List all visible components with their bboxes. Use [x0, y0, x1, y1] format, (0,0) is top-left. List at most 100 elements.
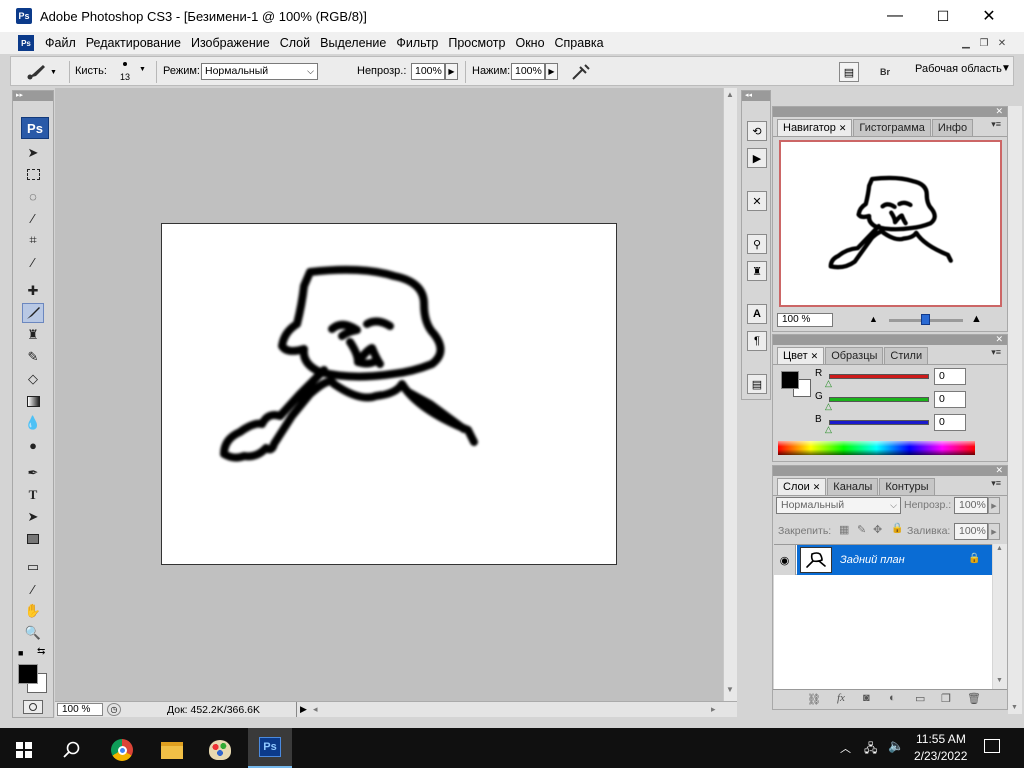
zoom-tool-icon[interactable]: 🔍 — [22, 623, 44, 643]
history-brush-tool-icon[interactable]: ✎ — [22, 347, 44, 367]
tab-histogram[interactable]: Гистограмма — [853, 119, 931, 136]
foreground-color-swatch[interactable] — [18, 664, 38, 684]
scroll-up-icon[interactable]: ▲ — [996, 545, 1003, 552]
scroll-right-icon[interactable]: ▸ — [711, 704, 716, 715]
file-explorer-icon[interactable] — [152, 732, 192, 768]
status-menu-arrow-icon[interactable]: ▶ — [296, 702, 310, 717]
layer-style-fx-icon[interactable]: fx — [837, 692, 845, 704]
foreground-color-swatch[interactable] — [781, 371, 799, 389]
close-icon[interactable]: ✕ — [813, 482, 821, 492]
panel-close-icon[interactable]: ✕ — [995, 106, 1003, 117]
menu-file[interactable]: Файл — [40, 32, 81, 54]
layer-blend-mode-select[interactable]: Нормальный ⌵ — [776, 497, 901, 514]
maximize-button[interactable]: ☐ — [920, 0, 966, 32]
marquee-tool-icon[interactable] — [22, 164, 44, 184]
paint-app-icon[interactable] — [200, 732, 240, 768]
channel-g-slider[interactable] — [829, 397, 929, 402]
close-icon[interactable]: ✕ — [839, 123, 847, 133]
slider-thumb-icon[interactable]: △ — [825, 401, 832, 412]
add-mask-icon[interactable]: ◙ — [863, 692, 870, 704]
clone-source-panel-icon[interactable]: ♜ — [747, 261, 767, 281]
document-icon[interactable]: Ps — [18, 35, 34, 51]
lock-position-icon[interactable]: ✥ — [873, 523, 882, 536]
scroll-down-icon[interactable]: ▼ — [996, 677, 1003, 684]
zoom-in-icon[interactable]: ▲ — [971, 313, 982, 325]
slider-thumb-icon[interactable]: △ — [825, 424, 832, 435]
zoom-out-icon[interactable]: ▲ — [869, 314, 878, 324]
clone-stamp-tool-icon[interactable]: ♜ — [22, 325, 44, 345]
dock-grip[interactable]: ◂◂ — [742, 91, 770, 101]
healing-brush-tool-icon[interactable]: ✚ — [22, 281, 44, 301]
tab-info[interactable]: Инфо — [931, 119, 974, 136]
navigator-zoom-thumb[interactable] — [921, 314, 930, 325]
menu-image[interactable]: Изображение — [186, 32, 275, 54]
blur-tool-icon[interactable]: 💧 — [22, 413, 44, 433]
tab-styles[interactable]: Стили — [884, 347, 929, 364]
menu-layer[interactable]: Слой — [275, 32, 315, 54]
close-icon[interactable]: ✕ — [811, 351, 819, 361]
new-group-icon[interactable]: ▭ — [915, 692, 925, 705]
quick-mask-icon[interactable] — [23, 700, 43, 714]
start-windows-icon[interactable] — [4, 732, 44, 768]
flow-arrow-icon[interactable]: ▶ — [545, 63, 558, 80]
lock-all-icon[interactable]: 🔒 — [891, 523, 903, 534]
airbrush-icon[interactable] — [569, 61, 593, 83]
adjustment-layer-icon[interactable]: ◐ — [889, 692, 896, 704]
tab-channels[interactable]: Каналы — [827, 478, 879, 495]
tab-swatches[interactable]: Образцы — [825, 347, 884, 364]
mode-select[interactable]: Нормальный ⌵ — [201, 63, 318, 80]
tab-color[interactable]: Цвет ✕ — [777, 347, 825, 364]
menu-help[interactable]: Справка — [550, 32, 609, 54]
lasso-tool-icon[interactable]: ◌ — [22, 186, 44, 206]
opacity-input[interactable]: 100% — [411, 63, 445, 80]
hand-tool-icon[interactable]: ✋ — [22, 601, 44, 621]
menu-filter[interactable]: Фильтр — [391, 32, 443, 54]
canvas[interactable] — [161, 223, 617, 565]
shape-tool-icon[interactable] — [22, 529, 44, 549]
notifications-icon[interactable] — [984, 739, 1000, 753]
swap-colors-icon[interactable]: ⇆ — [37, 646, 45, 657]
new-layer-icon[interactable]: ❐ — [941, 692, 951, 705]
clock-date[interactable]: 2/23/2022 — [914, 749, 967, 763]
menu-view[interactable]: Просмотр — [443, 32, 510, 54]
tab-navigator[interactable]: Навигатор ✕ — [777, 119, 853, 136]
menu-select[interactable]: Выделение — [315, 32, 391, 54]
character-panel-icon[interactable]: A — [747, 304, 767, 324]
actions-panel-icon[interactable]: ▶ — [747, 148, 767, 168]
network-icon[interactable]: 🖧 — [864, 739, 877, 760]
eraser-tool-icon[interactable]: ◇ — [22, 369, 44, 389]
taskbar-photoshop-button[interactable]: Ps — [248, 728, 292, 768]
toolbox-ps-logo[interactable]: Ps — [21, 117, 49, 139]
panel-menu-icon[interactable]: ▾≡ — [991, 347, 1001, 358]
tool-presets-panel-icon[interactable]: ✕ — [747, 191, 767, 211]
doc-close-icon[interactable]: ✕ — [994, 36, 1010, 50]
color-spectrum-ramp[interactable] — [778, 441, 975, 455]
paragraph-panel-icon[interactable]: ¶ — [747, 331, 767, 351]
gradient-tool-icon[interactable] — [22, 391, 44, 411]
panels-scrollbar[interactable]: ▼ — [1008, 106, 1022, 714]
doc-minimize-icon[interactable]: ▁ — [958, 36, 974, 50]
type-tool-icon[interactable]: T — [22, 485, 44, 505]
link-layers-icon[interactable]: ⛓ — [807, 693, 821, 706]
lock-pixels-icon[interactable]: ✎ — [857, 523, 866, 536]
scroll-down-icon[interactable]: ▼ — [1011, 704, 1018, 711]
pen-tool-icon[interactable]: ✒ — [22, 463, 44, 483]
panel-close-icon[interactable]: ✕ — [995, 465, 1003, 476]
path-selection-tool-icon[interactable]: ➤ — [22, 507, 44, 527]
close-button[interactable]: ✕ — [966, 0, 1012, 32]
navigator-zoom-input[interactable]: 100 % — [777, 313, 833, 327]
layers-scrollbar[interactable]: ▲ ▼ — [993, 544, 1007, 689]
layer-opacity-input[interactable]: 100% — [954, 497, 988, 514]
brush-tool-icon[interactable] — [22, 303, 44, 323]
brush-size-picker[interactable]: 13 ▼ — [117, 59, 146, 85]
slider-thumb-icon[interactable]: △ — [825, 378, 832, 389]
delete-layer-icon[interactable]: 🗑 — [967, 692, 981, 705]
layer-fill-input[interactable]: 100% — [954, 523, 988, 540]
palette-well-icon[interactable]: ▤ — [839, 62, 859, 82]
channel-r-input[interactable]: 0 — [934, 368, 966, 385]
notes-tool-icon[interactable]: ▭ — [22, 557, 44, 577]
volume-icon[interactable]: 🔈 — [888, 738, 904, 754]
panel-close-icon[interactable]: ✕ — [995, 334, 1003, 345]
workspace-label[interactable]: Рабочая область — [915, 63, 1002, 75]
scroll-up-icon[interactable]: ▲ — [726, 90, 734, 99]
